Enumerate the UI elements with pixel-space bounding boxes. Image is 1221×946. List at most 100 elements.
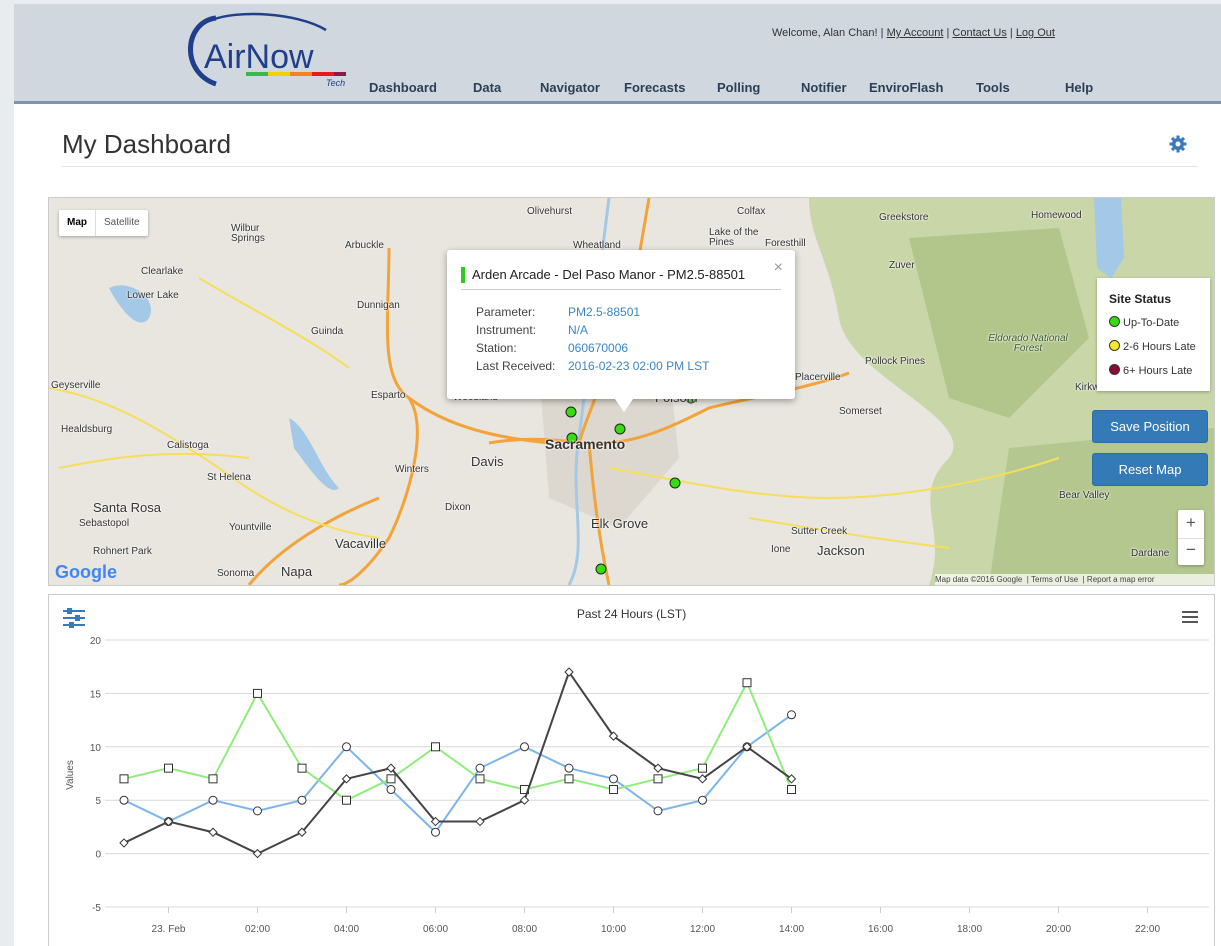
popup-row: Instrument: N/A [476,323,588,337]
legend-item-label: Up-To-Date [1123,317,1180,329]
legend-item-label: 2-6 Hours Late [1123,341,1196,353]
data-point-diamond [252,848,263,859]
data-point-circle [564,763,574,773]
nav-polling[interactable]: Polling [717,80,760,95]
data-point-circle [653,806,663,816]
y-tick-label: 15 [90,689,102,700]
x-tick-label: 12:00 [690,924,715,935]
nav-notifier[interactable]: Notifier [801,80,847,95]
zoom-out-button[interactable]: − [1178,538,1204,560]
map-place-label: Greekstore [879,212,929,223]
data-point-circle [698,795,707,805]
map-type-satellite[interactable]: Satellite [95,210,148,236]
close-icon[interactable]: × [774,259,783,277]
map-place-label: Placerville [795,372,841,383]
nav-help[interactable]: Help [1065,80,1093,95]
status-dot-icon [1109,340,1120,351]
report-map-error-link[interactable]: Report a map error [1087,575,1155,584]
y-tick-label: 20 [90,636,102,647]
data-point-square [698,763,707,773]
map-place-label: Foresthill [765,238,806,249]
map-footer: Map data ©2016 Google | Terms of Use | R… [935,574,1214,585]
x-tick-label: 23. Feb [152,924,186,935]
reset-map-button[interactable]: Reset Map [1092,453,1208,486]
terms-of-use-link[interactable]: Terms of Use [1031,575,1078,584]
map-type-toggle[interactable]: Map Satellite [59,210,148,236]
status-dot-icon [1109,316,1120,327]
site-map[interactable]: Map Satellite Olivehurst Colfax Lake of … [48,197,1215,586]
map-place-label: Vacaville [335,536,387,551]
nav-data[interactable]: Data [473,80,501,95]
contact-us-link[interactable]: Contact Us [952,27,1006,39]
data-point-square [653,774,663,784]
line-chart: -5 0 5 10 15 20 Values 23. Feb 02:00 04:00 06:00 08… [65,636,1209,935]
y-tick-label: 10 [90,743,102,754]
map-place-label: Arbuckle [345,240,384,251]
map-place-label: Pollock Pines [865,356,926,367]
map-type-map[interactable]: Map [59,210,95,236]
data-point-circle [297,795,307,805]
data-point-diamond [519,795,530,805]
title-divider [62,166,1198,167]
data-point-square [119,774,129,784]
site-status-legend: Site Status Up-To-Date 2-6 Hours Late 6+… [1097,278,1210,391]
legend-item: 6+ Hours Late [1109,364,1192,377]
popup-row: Parameter: PM2.5-88501 [476,305,640,319]
station-marker[interactable] [595,563,607,575]
nav-dashboard[interactable]: Dashboard [369,80,437,95]
map-place-label: St Helena [207,472,251,483]
map-place-label: Guinda [311,326,344,337]
map-place-label: Winters [395,464,429,475]
page: AirNow Tech Welcome, Alan Chan! | My Acc… [14,4,1221,946]
data-point-circle [119,795,129,805]
zoom-control: + − [1178,510,1204,565]
data-point-circle [475,763,485,773]
map-place-label: Wilbur Springs [231,223,265,244]
y-axis-title: Values [65,760,76,790]
legend-title: Site Status [1109,292,1172,306]
airnow-logo[interactable]: AirNow Tech [176,10,376,90]
data-point-square [475,774,485,784]
station-marker[interactable] [614,423,626,435]
zoom-in-button[interactable]: + [1178,513,1204,533]
status-dot-icon [1109,364,1120,375]
nav-enviroflash[interactable]: EnviroFlash [869,80,943,95]
log-out-link[interactable]: Log Out [1016,27,1055,39]
map-place-label: Eldorado National Forest [988,333,1068,354]
google-logo: Google [55,562,117,583]
header: AirNow Tech Welcome, Alan Chan! | My Acc… [14,4,1221,104]
save-position-button[interactable]: Save Position [1092,410,1208,443]
popup-title-text: Arden Arcade - Del Paso Manor - PM2.5-88… [472,267,746,282]
welcome-text: Welcome, Alan Chan! [772,27,878,39]
map-place-label: Elk Grove [591,516,649,531]
gear-icon[interactable] [1169,135,1187,153]
map-place-label: Bear Valley [1059,490,1110,501]
x-tick-label: 22:00 [1135,924,1160,935]
map-place-label: Sonoma [217,568,255,579]
my-account-link[interactable]: My Account [887,27,944,39]
page-title: My Dashboard [62,129,232,159]
data-point-square [342,795,351,805]
map-place-label: Dixon [445,502,471,513]
map-place-label: Dardane [1131,548,1170,559]
x-tick-label: 04:00 [334,924,359,935]
station-marker[interactable] [669,477,681,489]
data-point-square [386,774,396,784]
data-point-diamond [475,816,485,827]
nav-forecasts[interactable]: Forecasts [624,80,685,95]
nav-navigator[interactable]: Navigator [540,80,600,95]
station-marker[interactable] [565,406,577,418]
legend-item: Up-To-Date [1109,316,1179,329]
popup-pointer [615,399,633,412]
map-place-label: Sacramento [545,436,626,452]
map-place-label: Colfax [737,206,766,217]
map-place-label: Sutter Creek [791,526,848,537]
nav-tools[interactable]: Tools [976,80,1010,95]
data-point-diamond [119,838,129,848]
x-tick-label: 10:00 [601,924,626,935]
popup-row-key: Station: [476,341,517,355]
popup-divider [461,289,781,290]
series-line [123,713,793,834]
map-place-label: Esparto [371,390,406,401]
x-tick-label: 16:00 [868,924,893,935]
